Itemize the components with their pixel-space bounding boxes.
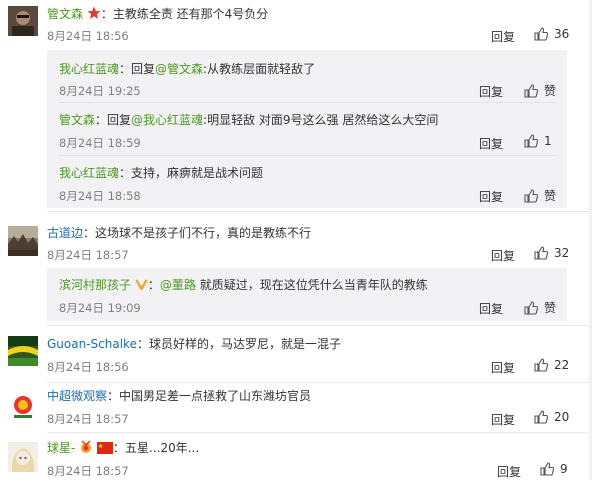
avatar[interactable] xyxy=(8,391,38,421)
comment-text: ：五星...20年... xyxy=(113,441,200,455)
reply-username[interactable]: 我心红蓝魂 xyxy=(59,62,119,76)
avatar[interactable] xyxy=(8,442,38,472)
thumbs-up-icon xyxy=(534,27,548,41)
like-count: 22 xyxy=(554,358,570,372)
comment-item: 管文森 ：主教练全责 还有那个4号负分 8月24日 18:56 回复 36 我心… xyxy=(0,0,592,212)
thumbs-up-icon xyxy=(524,300,538,315)
thumbs-up-icon xyxy=(534,246,548,260)
like-button[interactable]: 36 xyxy=(534,27,569,41)
comment-text-line: Guoan-Schalke：球员好样的，马达罗尼，就是一混子 xyxy=(47,336,341,352)
reply-text-rest: 就质疑过，现在这位凭什么当青年队的教练 xyxy=(195,278,428,292)
thumbs-up-icon xyxy=(524,83,538,98)
reply-username[interactable]: 我心红蓝魂 xyxy=(59,166,119,180)
yellow-v-verified-icon xyxy=(135,278,148,295)
like-button[interactable]: 20 xyxy=(534,410,569,424)
reply-time: 8月24日 19:25 xyxy=(59,84,141,98)
sub-reply: 我心红蓝魂：回复@管文森:从教练层面就轻敌了 8月24日 19:25 回复 赞 xyxy=(47,50,567,103)
like-button[interactable]: 赞 xyxy=(524,82,556,99)
reply-time: 8月24日 19:09 xyxy=(59,301,141,315)
reply-text-rest: :明显轻敌 对面9号这么强 居然给这么大空间 xyxy=(203,113,439,127)
reply-button[interactable]: 回复 xyxy=(479,188,503,205)
sub-reply: 滨河村那孩子 ：@董路 就质疑过，现在这位凭什么当青年队的教练 8月24日 19… xyxy=(47,268,567,321)
thumbs-up-icon xyxy=(524,188,538,203)
comment-username[interactable]: 古道边 xyxy=(47,226,83,240)
reply-button[interactable]: 回复 xyxy=(491,247,515,264)
like-label: 赞 xyxy=(544,84,557,98)
reply-button[interactable]: 回复 xyxy=(479,83,503,100)
comment-item: 中超微观察：中国男足差一点拯救了山东潍坊官员 8月24日 18:57 回复 20 xyxy=(0,383,592,433)
comment-text-line: 球星- ：五星...20年... xyxy=(47,440,199,458)
reply-box: 我心红蓝魂：回复@管文森:从教练层面就轻敌了 8月24日 19:25 回复 赞 … xyxy=(47,50,567,208)
like-count: 9 xyxy=(560,462,568,476)
like-count: 32 xyxy=(554,246,570,260)
reply-button[interactable]: 回复 xyxy=(479,300,503,317)
comment-item: 古道边：这场球不是孩子们不行，真的是教练不行 8月24日 18:57 回复 32… xyxy=(0,212,592,326)
reply-time: 8月24日 18:58 xyxy=(59,189,141,203)
sub-reply: 管文森：回复@我心红蓝魂:明显轻敌 对面9号这么强 居然给这么大空间 8月24日… xyxy=(47,103,567,156)
comment-text: ：主教练全责 还有那个4号负分 xyxy=(100,7,269,21)
mention-link[interactable]: @管文森 xyxy=(155,62,203,76)
thumbs-up-icon xyxy=(540,462,554,476)
like-label: 赞 xyxy=(544,189,557,203)
like-button[interactable]: 赞 xyxy=(524,187,556,204)
like-button[interactable]: 1 xyxy=(524,134,552,148)
comment-text: ：球员好样的，马达罗尼，就是一混子 xyxy=(136,337,341,351)
sub-reply: 我心红蓝魂：支持，麻痹就是战术问题 8月24日 18:58 回复 赞 xyxy=(47,156,567,208)
china-flag-icon xyxy=(97,442,113,458)
comment-username[interactable]: 球星- xyxy=(47,441,75,455)
comment-username[interactable]: 管文森 xyxy=(47,7,83,21)
medal-icon xyxy=(79,440,93,458)
reply-button[interactable]: 回复 xyxy=(491,359,515,376)
reply-button[interactable]: 回复 xyxy=(491,411,515,428)
comment-text: ：中国男足差一点拯救了山东潍坊官员 xyxy=(107,389,312,403)
mention-link[interactable]: @董路 xyxy=(160,278,196,292)
thumbs-up-icon xyxy=(524,134,538,148)
comment-time: 8月24日 18:57 xyxy=(47,248,129,262)
reply-text: ：支持，麻痹就是战术问题 xyxy=(119,166,264,180)
like-count: 1 xyxy=(544,134,552,148)
avatar[interactable] xyxy=(8,226,38,256)
reply-username[interactable]: 管文森 xyxy=(59,113,95,127)
comment-username[interactable]: Guoan-Schalke xyxy=(47,337,137,351)
reply-username[interactable]: 滨河村那孩子 xyxy=(59,278,131,292)
mention-link[interactable]: @我心红蓝魂 xyxy=(131,113,203,127)
comment-username[interactable]: 中超微观察 xyxy=(47,389,107,403)
reply-text: ：回复 xyxy=(119,62,156,76)
like-count: 36 xyxy=(554,27,570,41)
red-star-icon xyxy=(87,6,101,24)
like-button[interactable]: 9 xyxy=(540,462,568,476)
like-button[interactable]: 22 xyxy=(534,358,569,372)
comment-item: 球星- ：五星...20年... 8月24日 18:57 回复 9 xyxy=(0,433,592,480)
comment-text-line: 管文森 ：主教练全责 还有那个4号负分 xyxy=(47,6,268,24)
comment-time: 8月24日 18:56 xyxy=(47,360,129,374)
reply-time: 8月24日 18:59 xyxy=(59,136,141,150)
comment-text: ：这场球不是孩子们不行，真的是教练不行 xyxy=(83,226,312,240)
reply-button[interactable]: 回复 xyxy=(497,463,521,480)
avatar[interactable] xyxy=(8,6,38,36)
thumbs-up-icon xyxy=(534,358,548,372)
comment-time: 8月24日 18:57 xyxy=(47,464,129,478)
comment-time: 8月24日 18:57 xyxy=(47,412,129,426)
reply-text-rest: :从教练层面就轻敌了 xyxy=(203,62,316,76)
avatar[interactable] xyxy=(8,336,38,366)
like-count: 20 xyxy=(554,410,570,424)
comment-time: 8月24日 18:56 xyxy=(47,29,129,43)
comment-text-line: 古道边：这场球不是孩子们不行，真的是教练不行 xyxy=(47,225,311,241)
like-label: 赞 xyxy=(544,301,557,315)
thumbs-up-icon xyxy=(534,410,548,424)
like-button[interactable]: 赞 xyxy=(524,299,556,316)
reply-button[interactable]: 回复 xyxy=(491,28,515,45)
like-button[interactable]: 32 xyxy=(534,246,569,260)
reply-button[interactable]: 回复 xyxy=(479,135,503,152)
reply-box: 滨河村那孩子 ：@董路 就质疑过，现在这位凭什么当青年队的教练 8月24日 19… xyxy=(47,268,567,321)
comment-text-line: 中超微观察：中国男足差一点拯救了山东潍坊官员 xyxy=(47,388,311,404)
comment-item: Guoan-Schalke：球员好样的，马达罗尼，就是一混子 8月24日 18:… xyxy=(0,326,592,383)
reply-text: ： xyxy=(147,278,160,292)
reply-text: ：回复 xyxy=(95,113,132,127)
